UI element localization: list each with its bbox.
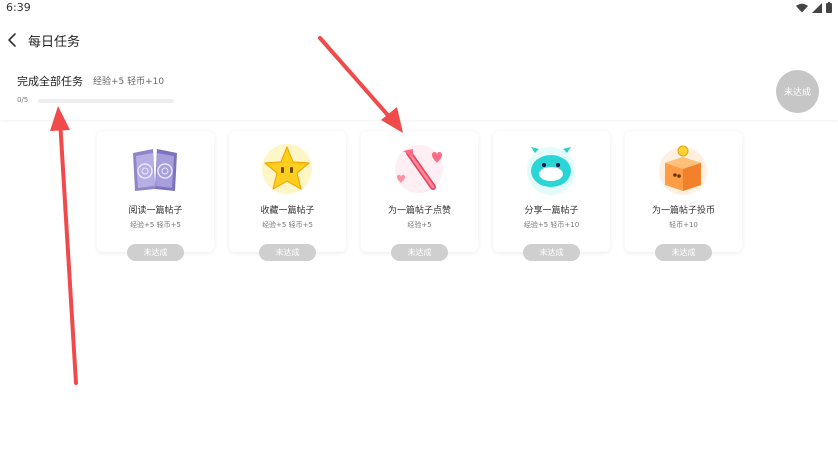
star-icon <box>257 141 317 197</box>
task-title: 为一篇帖子点赞 <box>387 206 451 216</box>
task-card-share[interactable]: 分享一篇帖子 经验+5 轻币+10 未达成 <box>493 131 610 261</box>
page-title: 每日任务 <box>28 35 81 50</box>
progress-text: 0/5 <box>17 96 29 104</box>
task-card-read[interactable]: 阅读一篇帖子 经验+5 轻币+5 未达成 <box>97 131 214 261</box>
book-icon <box>125 141 185 197</box>
task-reward: 轻币+10 <box>669 221 698 229</box>
task-status-button[interactable]: 未达成 <box>523 244 580 261</box>
task-status-button[interactable]: 未达成 <box>655 244 712 261</box>
all-tasks-summary: 完成全部任务 经验+5 轻币+10 0/5 <box>0 62 838 120</box>
task-card-coin[interactable]: 为一篇帖子投币 轻币+10 未达成 <box>625 131 742 261</box>
signal-icon <box>812 2 822 13</box>
task-title: 分享一篇帖子 <box>524 206 579 216</box>
task-status-button[interactable]: 未达成 <box>259 244 316 261</box>
task-title: 为一篇帖子投币 <box>651 206 715 216</box>
chevron-left-icon <box>8 33 16 47</box>
task-cards: 阅读一篇帖子 经验+5 轻币+5 未达成 收藏一篇帖子 经验+5 轻币+5 未达… <box>97 131 757 261</box>
task-status-button[interactable]: 未达成 <box>127 244 184 261</box>
task-title: 阅读一篇帖子 <box>128 206 183 216</box>
task-reward: 经验+5 轻币+10 <box>523 221 580 229</box>
status-bar: 6:39 <box>0 0 838 18</box>
summary-reward: 经验+5 轻币+10 <box>93 77 165 87</box>
back-button[interactable] <box>4 30 22 50</box>
task-title: 收藏一篇帖子 <box>260 206 315 216</box>
progress-bar <box>38 99 174 103</box>
battery-icon <box>826 2 832 13</box>
heart-wand-icon <box>389 141 449 197</box>
system-icons <box>796 2 832 13</box>
task-card-favorite[interactable]: 收藏一篇帖子 经验+5 轻币+5 未达成 <box>229 131 346 261</box>
share-monster-icon <box>521 141 581 197</box>
arrow-to-progress <box>50 106 78 385</box>
task-reward: 经验+5 <box>407 221 432 229</box>
summary-status-button[interactable]: 未达成 <box>776 70 819 113</box>
status-time: 6:39 <box>6 1 31 14</box>
coin-box-icon <box>653 141 713 197</box>
task-card-like[interactable]: 为一篇帖子点赞 经验+5 未达成 <box>361 131 478 261</box>
title-bar: 每日任务 <box>0 24 838 56</box>
summary-title: 完成全部任务 <box>17 75 83 88</box>
task-reward: 经验+5 轻币+5 <box>130 221 181 229</box>
wifi-icon <box>796 3 808 12</box>
task-status-button[interactable]: 未达成 <box>391 244 448 261</box>
task-reward: 经验+5 轻币+5 <box>262 221 313 229</box>
